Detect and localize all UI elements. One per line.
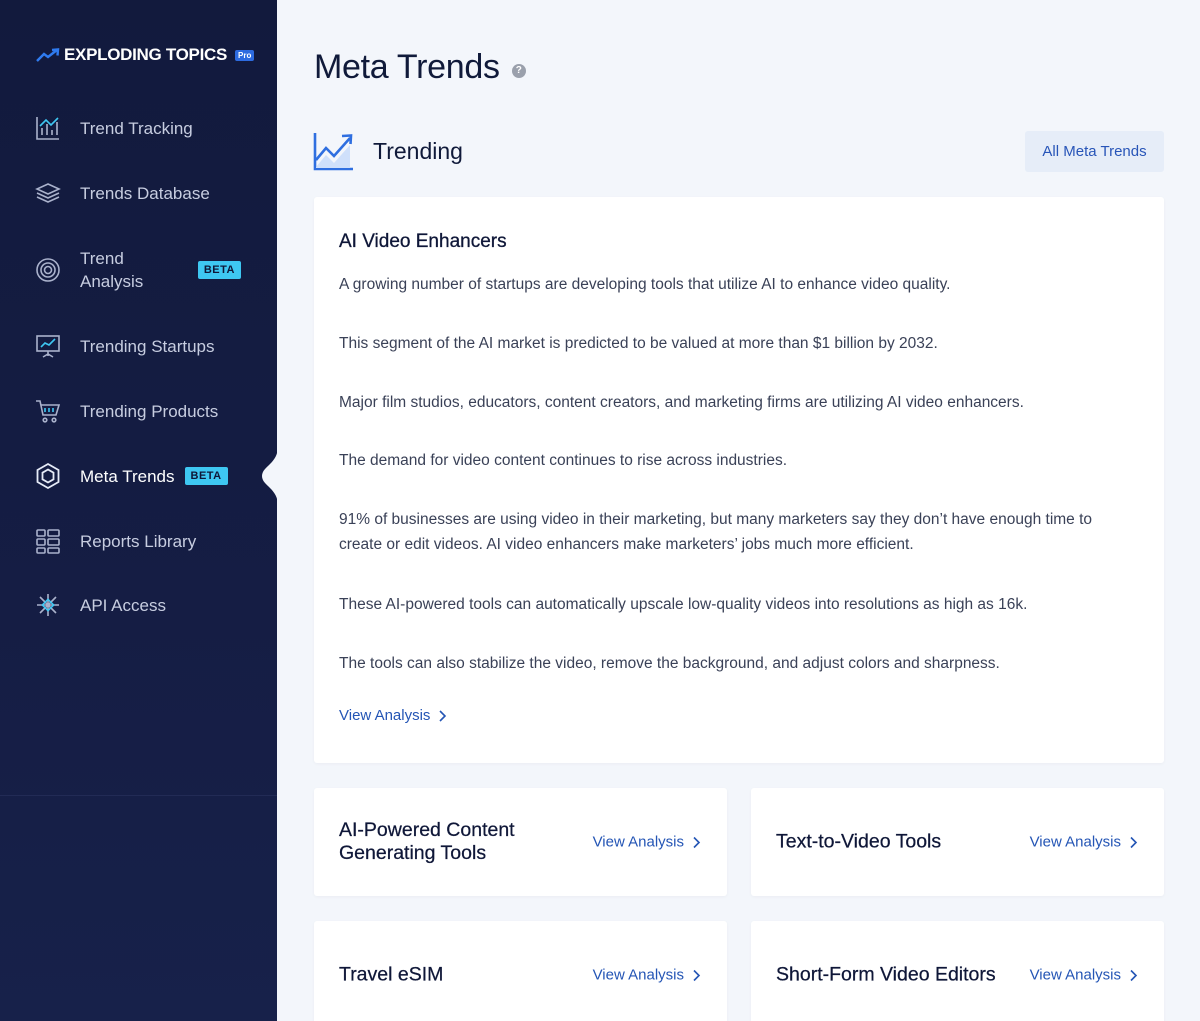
view-analysis-link[interactable]: View Analysis [1030,834,1138,851]
trending-chart-icon [313,133,353,171]
section-title: Trending [373,137,463,164]
nav-item-meta-trends[interactable]: Meta Trends BETA [34,462,234,490]
nav-label: Trending Products [80,401,219,421]
view-analysis-link[interactable]: View Analysis [339,707,447,724]
trend-card[interactable]: AI-Powered Content Generating Tools View… [314,788,727,896]
main-content: Meta Trends ? Trending All Meta Trends A… [277,0,1200,1021]
featured-paragraph: A growing number of startups are develop… [339,276,951,293]
brand-name: EXPLODING TOPICS [64,45,228,64]
active-indicator [262,446,278,506]
reports-grid-icon [36,529,60,554]
trend-card-title: Text-to-Video Tools [776,830,942,853]
pro-badge: Pro [235,49,255,61]
layers-icon [35,183,61,203]
featured-paragraph: Major film studios, educators, content c… [339,394,1024,411]
nav-item-trending-startups[interactable]: Trending Startups [34,332,241,360]
featured-trend-card: AI Video Enhancers A growing number of s… [314,197,1164,763]
view-analysis-label: View Analysis [592,966,684,984]
page-title: Meta Trends ? [314,48,526,87]
nav-label: Meta Trends [80,466,175,486]
nav-item-trend-analysis[interactable]: Trend Analysis BETA [34,247,241,293]
featured-paragraph: 91% of businesses are using video in the… [339,511,1093,553]
featured-paragraph: This segment of the AI market is predict… [339,335,938,352]
all-meta-trends-button[interactable]: All Meta Trends [1025,131,1164,172]
view-analysis-link[interactable]: View Analysis [1030,967,1138,984]
chevron-right-icon [439,709,447,722]
nav-label: API Access [80,595,166,615]
featured-paragraph: These AI-powered tools can automatically… [339,596,1028,613]
beta-badge: BETA [197,261,241,279]
logo[interactable]: EXPLODING TOPICS Pro [36,44,255,66]
nav-label: Trending Startups [80,336,215,356]
help-icon[interactable]: ? [511,63,526,78]
view-analysis-label: View Analysis [339,707,431,724]
api-network-icon [37,594,59,616]
hexagon-icon [36,462,60,490]
chevron-right-icon [1130,836,1138,848]
featured-paragraph: The demand for video content continues t… [339,452,788,469]
sidebar-divider [0,795,277,796]
view-analysis-label: View Analysis [1029,833,1121,851]
trend-card[interactable]: Travel eSIM View Analysis [314,921,727,1021]
page-title-text: Meta Trends [314,48,500,86]
nav-item-trend-tracking[interactable]: Trend Tracking [34,114,241,142]
beta-badge: BETA [184,467,228,485]
nav-label: Trend Tracking [80,118,193,138]
nav-item-reports-library[interactable]: Reports Library [34,527,241,555]
nav-item-trending-products[interactable]: Trending Products [34,397,241,425]
chevron-right-icon [1130,969,1138,981]
presentation-chart-icon [36,335,60,358]
trend-tracking-icon [36,117,59,140]
chevron-right-icon [693,969,701,981]
view-analysis-link[interactable]: View Analysis [593,967,701,984]
trend-card-title: AI-Powered Content Generating Tools [339,819,515,864]
trend-card-title: Travel eSIM [339,963,444,986]
chevron-right-icon [693,836,701,848]
nav-item-api-access[interactable]: API Access [34,591,241,619]
view-analysis-link[interactable]: View Analysis [593,834,701,851]
featured-title: AI Video Enhancers [339,231,507,252]
view-analysis-label: View Analysis [1029,966,1121,984]
target-icon [36,258,60,282]
nav-label: Reports Library [80,531,197,551]
nav-label: Trend Analysis [80,249,144,291]
nav-label: Trends Database [80,183,210,203]
exploding-topics-logo-icon [36,48,60,62]
section-header: Trending [313,130,463,172]
trend-card[interactable]: Text-to-Video Tools View Analysis [751,788,1164,896]
view-analysis-label: View Analysis [592,833,684,851]
sidebar: EXPLODING TOPICS Pro Trend Tracking Tren… [0,0,278,1021]
nav-item-trends-database[interactable]: Trends Database [34,179,241,207]
trend-card[interactable]: Short-Form Video Editors View Analysis [751,921,1164,1021]
featured-paragraph: The tools can also stabilize the video, … [339,655,1000,672]
trend-card-title: Short-Form Video Editors [776,963,996,986]
shopping-cart-icon [36,400,61,423]
